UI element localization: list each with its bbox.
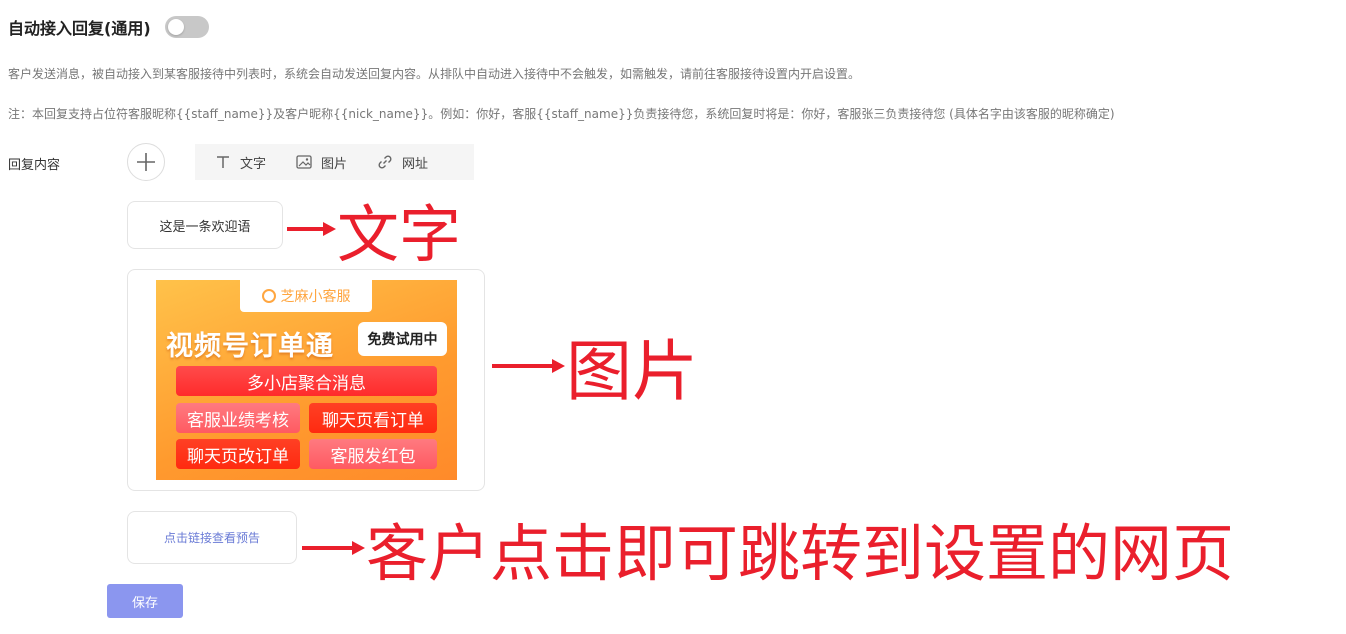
annotation-text: 文字 [285,184,461,274]
add-text-button[interactable]: 文字 [215,153,266,172]
feature-pill: 多小店聚合消息 [176,366,437,396]
arrow-right-icon [287,222,336,236]
promo-headline: 视频号订单通 [166,331,334,362]
save-button[interactable]: 保存 [107,584,183,618]
header: 自动接入回复(通用) [8,14,209,40]
arrow-right-icon [302,541,365,555]
add-image-label: 图片 [321,156,348,172]
description-text: 客户发送消息，被自动接入到某客服接待中列表时，系统会自动发送回复内容。从排队中自… [8,67,861,81]
text-icon [217,156,229,168]
placeholder-note: 注：本回复支持占位符客服昵称{{staff_name}}及客户昵称{{nick_… [8,107,1115,121]
add-link-label: 网址 [402,156,429,172]
brand-logo-icon [261,289,276,303]
feature-pill: 聊天页改订单 [176,439,300,469]
text-message-content: 这是一条欢迎语 [159,219,251,235]
annotation-text-label: 文字 [337,198,462,271]
add-content-button[interactable] [127,143,165,181]
annotation-link: 客户点击即可跳转到设置的网页 [300,503,1234,593]
toggle-knob [167,19,184,35]
annotation-link-label: 客户点击即可跳转到设置的网页 [366,517,1235,590]
trial-badge: 免费试用中 [358,322,447,356]
feature-pill: 聊天页看订单 [309,403,437,433]
image-icon [296,155,312,169]
link-icon [378,155,392,169]
feature-pill: 客服发红包 [309,439,437,469]
text-message-card[interactable]: 这是一条欢迎语 [127,201,283,249]
add-link-button[interactable]: 网址 [377,153,428,172]
link-message-text: 点击链接查看预告 [163,531,260,545]
reply-content-label: 回复内容 [8,158,61,173]
image-message-card[interactable]: 芝麻小客服 视频号订单通 免费试用中 多小店聚合消息 客服业绩考核 聊天页看订单… [127,269,485,491]
feature-pill: 客服业绩考核 [176,403,300,433]
brand-tab: 芝麻小客服 [240,280,372,312]
add-text-label: 文字 [240,156,267,172]
page-title: 自动接入回复(通用) [8,19,151,38]
content-type-toolbar: 文字 图片 网址 [195,144,474,180]
brand-name: 芝麻小客服 [280,289,351,305]
arrow-right-icon [492,359,565,373]
auto-reply-toggle[interactable] [164,16,209,38]
promo-image: 芝麻小客服 视频号订单通 免费试用中 多小店聚合消息 客服业绩考核 聊天页看订单… [156,280,457,480]
link-message-card[interactable]: 点击链接查看预告 [127,511,297,564]
annotation-image-label: 图片 [566,333,698,410]
plus-icon [137,153,155,171]
annotation-image: 图片 [490,318,698,414]
add-image-button[interactable]: 图片 [296,153,347,172]
